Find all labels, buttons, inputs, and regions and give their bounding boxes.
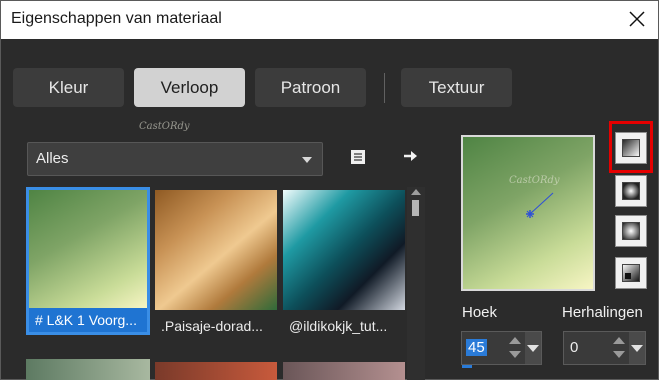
gradient-category-value: Alles bbox=[36, 150, 69, 167]
scroll-thumb[interactable] bbox=[412, 200, 419, 216]
tab-textuur[interactable]: Textuur bbox=[401, 68, 512, 107]
tab-verloop[interactable]: Verloop bbox=[134, 68, 245, 107]
gradient-label: .Paisaje-dorad... bbox=[155, 314, 279, 338]
gradient-thumb[interactable]: # L&K 1 Voorg... bbox=[26, 187, 150, 335]
gradient-swatch bbox=[283, 190, 405, 310]
arrow-right-icon[interactable] bbox=[402, 148, 418, 164]
gradient-list-scrollbar[interactable] bbox=[407, 187, 425, 380]
radial-gradient-icon bbox=[622, 222, 640, 240]
gradient-label: # L&K 1 Voorg... bbox=[29, 308, 147, 332]
angle-slider-track[interactable] bbox=[462, 365, 472, 368]
decrement-icon[interactable] bbox=[509, 351, 521, 358]
title-bar: Eigenschappen van materiaal bbox=[1, 1, 658, 39]
tab-kleur[interactable]: Kleur bbox=[13, 68, 124, 107]
scroll-up-icon[interactable] bbox=[411, 189, 421, 195]
material-properties-dialog: Eigenschappen van materiaal Kleur Verloo… bbox=[0, 0, 659, 380]
gradient-angle-handle[interactable] bbox=[463, 137, 593, 289]
tab-patroon[interactable]: Patroon bbox=[255, 68, 366, 107]
gradient-swatch bbox=[155, 190, 277, 310]
linear-gradient-icon bbox=[622, 139, 640, 157]
rectangular-gradient-button[interactable] bbox=[615, 175, 647, 207]
gradient-preview[interactable]: CastORdy bbox=[461, 135, 595, 291]
sunburst-gradient-icon bbox=[622, 264, 640, 282]
gradient-swatch bbox=[29, 190, 147, 308]
linear-gradient-button[interactable] bbox=[615, 132, 647, 164]
radial-gradient-button[interactable] bbox=[615, 215, 647, 247]
gradient-thumb[interactable] bbox=[155, 362, 277, 380]
increment-icon[interactable] bbox=[509, 337, 521, 344]
window-title: Eigenschappen van materiaal bbox=[11, 10, 222, 27]
chevron-down-icon bbox=[302, 157, 312, 163]
repeats-value[interactable]: 0 bbox=[568, 339, 580, 356]
angle-label: Hoek bbox=[462, 304, 498, 321]
gradient-label: @ildikokjk_tut... bbox=[283, 314, 407, 338]
chevron-down-icon bbox=[631, 345, 643, 352]
repeats-stepper[interactable]: 0 bbox=[563, 331, 646, 365]
gradient-category-select[interactable]: Alles bbox=[27, 142, 323, 176]
gradient-thumb[interactable] bbox=[26, 359, 150, 380]
angle-value[interactable]: 45 bbox=[466, 339, 487, 356]
gradient-thumb[interactable]: @ildikokjk_tut... bbox=[283, 190, 407, 338]
gradient-thumb[interactable]: .Paisaje-dorad... bbox=[155, 190, 279, 338]
chevron-down-icon bbox=[527, 345, 539, 352]
increment-icon[interactable] bbox=[613, 337, 625, 344]
watermark: CastORdy bbox=[139, 121, 190, 132]
gradient-thumb[interactable] bbox=[283, 362, 405, 380]
rectangular-gradient-icon bbox=[622, 182, 640, 200]
list-icon[interactable] bbox=[351, 150, 365, 164]
sunburst-gradient-button[interactable] bbox=[615, 257, 647, 289]
close-icon[interactable] bbox=[622, 4, 652, 34]
angle-stepper[interactable]: 45 bbox=[461, 331, 542, 368]
decrement-icon[interactable] bbox=[613, 351, 625, 358]
angle-dropdown[interactable] bbox=[525, 332, 541, 364]
tab-separator bbox=[384, 73, 385, 103]
repeats-label: Herhalingen bbox=[562, 304, 643, 321]
repeats-dropdown[interactable] bbox=[629, 332, 645, 364]
